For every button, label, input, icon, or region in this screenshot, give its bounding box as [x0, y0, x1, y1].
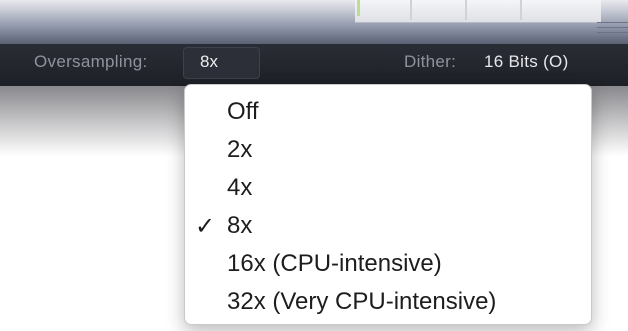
oversampling-select[interactable]: 8x — [183, 47, 260, 79]
checkmark-icon: ✓ — [195, 212, 216, 240]
oversampling-select-value: 8x — [200, 52, 218, 71]
resize-grip-line — [597, 32, 628, 33]
resize-grip-icon[interactable] — [597, 22, 628, 23]
menu-item-4x[interactable]: 4x — [227, 174, 252, 202]
meter-tick — [465, 0, 467, 20]
resize-grip-line — [597, 27, 628, 28]
menu-item-32x[interactable]: 32x (Very CPU-intensive) — [227, 288, 496, 316]
level-meter — [355, 0, 601, 23]
menu-item-2x[interactable]: 2x — [227, 136, 252, 164]
resize-grip-line — [597, 37, 628, 38]
meter-tick — [520, 0, 522, 20]
dither-label: Dither: — [404, 52, 457, 71]
menu-item-off[interactable]: Off — [227, 98, 259, 126]
oversampling-dropdown-menu: Off 2x 4x ✓ 8x 16x (CPU-intensive) 32x (… — [184, 84, 592, 325]
meter-tick — [410, 0, 412, 20]
menu-item-16x[interactable]: 16x (CPU-intensive) — [227, 250, 442, 278]
oversampling-label: Oversampling: — [34, 52, 148, 71]
meter-level-indicator — [357, 0, 360, 16]
menu-item-8x[interactable]: 8x — [227, 212, 252, 240]
dither-value[interactable]: 16 Bits (O) — [484, 52, 569, 72]
